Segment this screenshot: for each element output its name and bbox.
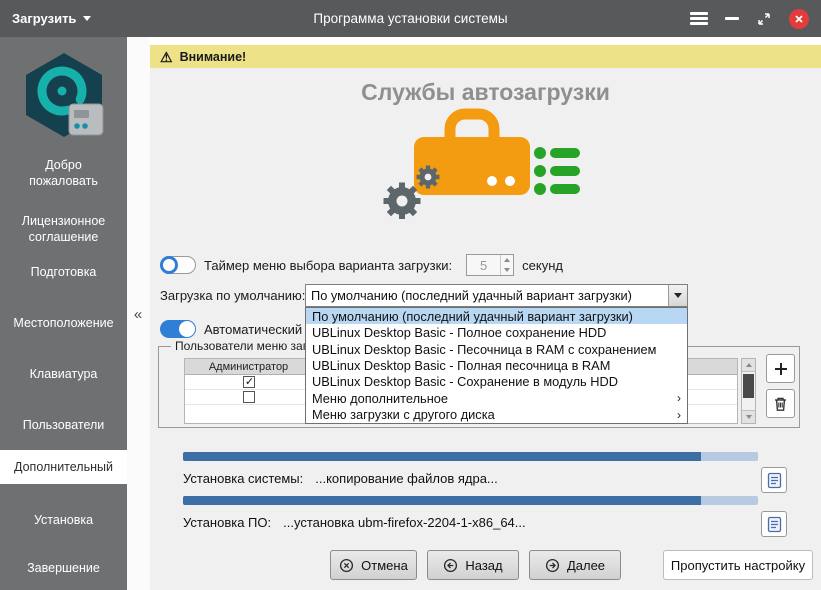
sidebar-item-additional[interactable]: Дополнительный (0, 450, 127, 484)
spin-up-button[interactable] (501, 255, 513, 265)
toggle-knob (179, 321, 195, 337)
ublinux-logo (19, 51, 109, 148)
gear-icon (384, 183, 421, 220)
add-user-button[interactable] (766, 354, 795, 383)
progress-fill (183, 452, 701, 461)
expand-icon (756, 11, 772, 27)
dropdown-option[interactable]: UBLinux Desktop Basic - Полное сохранени… (306, 324, 687, 340)
close-button[interactable] (789, 9, 809, 29)
combobox-dropdown-button[interactable] (668, 285, 687, 306)
log-icon (767, 516, 782, 533)
next-button[interactable]: Далее (529, 550, 621, 580)
log-icon (767, 472, 782, 489)
scroll-down-button[interactable] (742, 410, 755, 423)
chevron-down-icon (674, 293, 682, 298)
installer-window: Загрузить Программа установки системы (0, 0, 821, 590)
boot-timer-toggle[interactable] (160, 256, 196, 274)
main-panel: ⚠ Внимание! Службы автозагрузки (150, 37, 821, 590)
timer-seconds-spinbox[interactable]: 5 (466, 254, 514, 276)
next-arrow-icon (545, 558, 560, 573)
sidebar-item-finish[interactable]: Завершение (11, 560, 116, 576)
skip-settings-button[interactable]: Пропустить настройку (663, 550, 813, 580)
software-install-progressbar (183, 496, 758, 505)
dropdown-option[interactable]: UBLinux Desktop Basic - Сохранение в мод… (306, 374, 687, 390)
sidebar-item-welcome[interactable]: Добро пожаловать (11, 157, 116, 189)
back-arrow-icon (443, 558, 458, 573)
dropdown-option-submenu[interactable]: Меню дополнительное› (306, 390, 687, 406)
sidebar-item-license[interactable]: Лицензионное соглашение (11, 213, 116, 245)
autostart-services-illustration (372, 107, 582, 224)
system-log-button[interactable] (761, 467, 787, 493)
sidebar-item-preparation[interactable]: Подготовка (11, 264, 116, 280)
boot-timer-label: Таймер меню выбора варианта загрузки: (204, 258, 452, 273)
submenu-arrow-icon: › (677, 408, 681, 422)
toggle-knob (160, 256, 178, 274)
sidebar-item-install[interactable]: Установка (11, 512, 116, 528)
progress-fill (183, 496, 701, 505)
admin-column-header: Администратор (185, 359, 313, 374)
system-install-progressbar (183, 452, 758, 461)
small-gear-icon (417, 166, 440, 189)
timer-unit-label: секунд (522, 258, 563, 273)
trash-icon (773, 396, 788, 412)
sidebar-item-users[interactable]: Пользователи (11, 417, 116, 433)
software-install-status: ...установка ubm-firefox-2204-1-x86_64..… (283, 515, 526, 530)
default-boot-label: Загрузка по умолчанию: (160, 288, 305, 303)
default-boot-row: Загрузка по умолчанию: (160, 284, 305, 306)
delete-user-button[interactable] (766, 389, 795, 418)
system-install-status: ...копирование файлов ядра... (315, 471, 498, 486)
boot-list-icon (534, 147, 580, 195)
window-controls (690, 0, 809, 37)
dropdown-option[interactable]: UBLinux Desktop Basic - Полная песочница… (306, 357, 687, 373)
dropdown-option[interactable]: UBLinux Desktop Basic - Песочница в RAM … (306, 341, 687, 357)
admin-checkbox-checked[interactable] (243, 376, 255, 388)
system-install-row: Установка системы: ...копирование файлов… (183, 468, 753, 488)
minimize-button[interactable] (725, 17, 739, 20)
hamburger-menu-button[interactable] (690, 12, 708, 25)
software-install-label: Установка ПО: (183, 515, 271, 530)
boot-timer-row: Таймер меню выбора варианта загрузки: 5 … (160, 253, 563, 277)
system-install-label: Установка системы: (183, 471, 303, 486)
combobox-selected-value: По умолчанию (последний удачный вариант … (306, 288, 668, 303)
titlebar: Загрузить Программа установки системы (0, 0, 821, 37)
maximize-button[interactable] (756, 11, 772, 27)
cancel-icon (339, 558, 354, 573)
page-title: Службы автозагрузки (150, 79, 821, 106)
sidebar-item-location[interactable]: Местоположение (11, 315, 116, 331)
spin-down-button[interactable] (501, 265, 513, 275)
warning-label: Внимание! (180, 50, 247, 64)
sidebar: Добро пожаловать Лицензионное соглашение… (0, 37, 127, 590)
sidebar-collapse-button[interactable]: « (129, 304, 147, 324)
drive-body (414, 137, 530, 195)
sidebar-item-keyboard[interactable]: Клавиатура (11, 366, 116, 382)
timer-seconds-value: 5 (467, 255, 500, 275)
auto-login-toggle[interactable] (160, 320, 196, 338)
scrollbar-thumb[interactable] (743, 374, 754, 398)
back-button[interactable]: Назад (427, 550, 519, 580)
warning-icon: ⚠ (160, 50, 173, 64)
software-install-row: Установка ПО: ...установка ubm-firefox-2… (183, 512, 753, 532)
default-boot-combobox[interactable]: По умолчанию (последний удачный вариант … (305, 284, 688, 307)
scroll-up-button[interactable] (742, 359, 755, 372)
boot-options-dropdown: По умолчанию (последний удачный вариант … (305, 307, 688, 424)
cancel-button[interactable]: Отмена (330, 550, 417, 580)
dropdown-option-submenu[interactable]: Меню загрузки с другого диска› (306, 407, 687, 423)
close-icon (794, 14, 804, 24)
software-log-button[interactable] (761, 511, 787, 537)
plus-icon (774, 362, 788, 376)
admin-checkbox-unchecked[interactable] (243, 391, 255, 403)
dropdown-option[interactable]: По умолчанию (последний удачный вариант … (306, 308, 687, 324)
table-scrollbar[interactable] (741, 358, 756, 424)
submenu-arrow-icon: › (677, 391, 681, 405)
drive-handle (450, 114, 494, 137)
warning-banner: ⚠ Внимание! (150, 45, 821, 68)
